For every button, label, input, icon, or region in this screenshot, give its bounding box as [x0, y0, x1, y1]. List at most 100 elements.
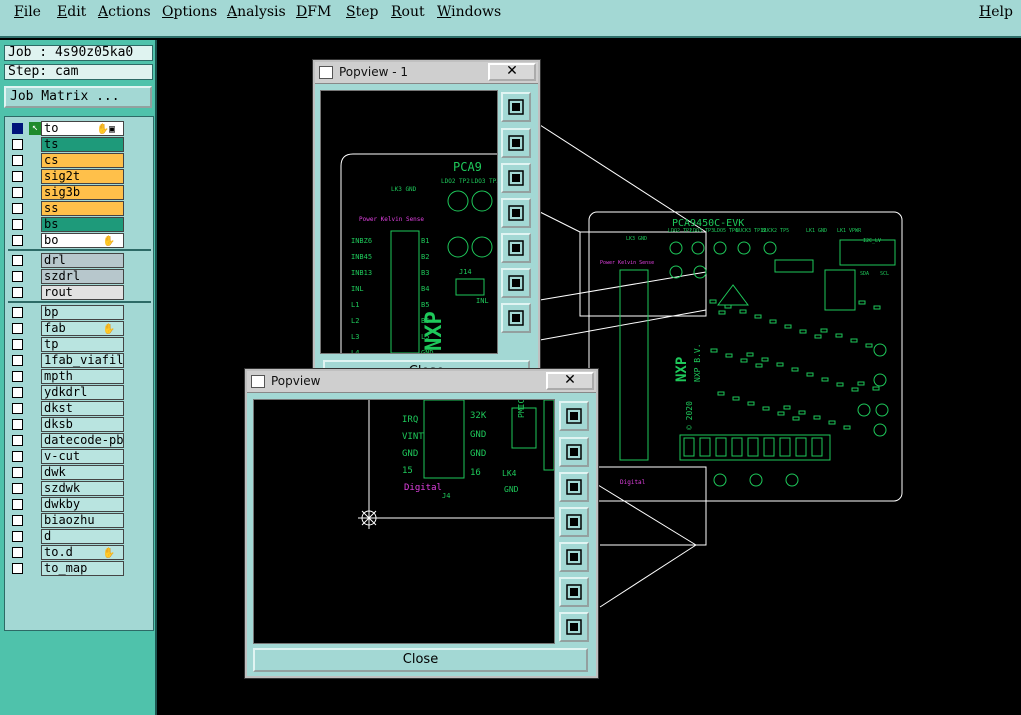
popview-2-titlebar[interactable]: Popview ✕	[247, 371, 596, 393]
p2-pin-label-right: 32K	[470, 411, 487, 421]
popview-1-close-x[interactable]: ✕	[488, 63, 536, 81]
menu-step[interactable]: Step	[346, 4, 378, 20]
j5-pin-label-right: B1	[421, 237, 429, 245]
pan-left-button[interactable]	[559, 507, 589, 537]
popview-2-label-pmic: PMIC_R	[517, 400, 526, 418]
j5-pin-label-right: B2	[421, 253, 429, 261]
j5-pin-label-right: GND	[421, 349, 434, 353]
toolbar-glyph-icon	[508, 310, 524, 326]
j5-pin-label-right: B6	[421, 317, 429, 325]
popview-1-window: Popview - 1 ✕ PCA9 Power Kelvin Sense NX…	[313, 60, 540, 391]
board-label-lk1vpwr: LK1 VPWR	[837, 228, 862, 234]
popview-1-label-lk3: LK3 GND	[391, 186, 417, 193]
menu-analysis[interactable]: Analysis	[227, 4, 286, 20]
p2-pin-label-left: IRQ	[402, 415, 418, 425]
popview-1-viewport[interactable]: PCA9 Power Kelvin Sense NXP INBZ6 INB45 IN…	[320, 90, 500, 357]
popview-2-label-lk4: LK4	[502, 469, 517, 478]
j5-pin-label-right: B3	[421, 269, 429, 277]
toolbar-glyph-icon	[508, 170, 524, 186]
popview-1-title: Popview - 1	[339, 65, 408, 79]
p2-pin-label-right: 16	[470, 468, 481, 478]
board-logo: NXP	[674, 357, 690, 382]
popview-1-titlebar[interactable]: Popview - 1 ✕	[315, 62, 538, 84]
pan-up-button[interactable]	[501, 128, 531, 158]
zoom-in-button[interactable]	[559, 612, 589, 642]
toolbar-glyph-icon	[566, 619, 582, 635]
popview-2-close-button[interactable]: Close	[253, 648, 588, 672]
crosshair-cursor-icon	[358, 507, 380, 529]
j5-pin-label-right: B5	[421, 301, 429, 309]
menu-edit[interactable]: Edit	[57, 4, 86, 20]
window-menu-icon[interactable]	[251, 375, 265, 388]
board-label-lk3: LK3 GND	[626, 236, 647, 242]
pan-up-button[interactable]	[559, 437, 589, 467]
popview-2-viewport[interactable]: Digital J4 PMIC_R LK4 GND IRQ VINT GND 15 32…	[253, 389, 555, 644]
board-label-sda: SDA	[860, 271, 869, 277]
toolbar-glyph-icon	[508, 205, 524, 221]
j5-pin-label: INBZ6	[351, 237, 372, 245]
popview-2-window: Popview ✕ Digital J4 PMIC_R LK4 GND IRQ V…	[245, 369, 598, 678]
j5-pin-label: INL	[351, 285, 364, 293]
j5-pin-label: L2	[351, 317, 359, 325]
pan-down-button[interactable]	[559, 472, 589, 502]
menu-windows[interactable]: Windows	[437, 4, 501, 20]
board-label-ldo3: LDO3 TP3	[690, 228, 714, 234]
toolbar-glyph-icon	[566, 444, 582, 460]
menu-help[interactable]: Help	[979, 4, 1013, 20]
pan-down-button[interactable]	[501, 163, 531, 193]
board-year: © 2020	[685, 401, 694, 430]
menu-file[interactable]: File	[14, 4, 41, 20]
board-label-ldo2: LDO2 TP2	[668, 228, 692, 234]
application-window: File Edit Actions Options Analysis DFM S…	[0, 0, 1021, 715]
popview-2-digital-label: Digital	[404, 483, 442, 493]
popview-1-label-inl: INL	[476, 297, 489, 305]
menu-rout[interactable]: Rout	[391, 4, 425, 20]
popview-1-label-j14: J14	[459, 268, 472, 276]
toolbar-glyph-icon	[566, 479, 582, 495]
popview-1-label-ldo2: LDO2 TP2	[441, 178, 470, 185]
j5-pin-label: L4	[351, 349, 359, 353]
pan-right-button[interactable]	[559, 542, 589, 572]
popview-1-board-title: PCA9	[453, 160, 482, 174]
popview-1-kelvin-label: Power Kelvin Sense	[359, 216, 424, 223]
toolbar-glyph-icon	[566, 584, 582, 600]
board-label-scl: SCL	[880, 271, 889, 277]
board-logo-sub: NXP B.V.	[693, 343, 702, 382]
zoom-fit-button[interactable]	[559, 401, 589, 431]
p2-pin-label-right: GND	[470, 449, 486, 459]
pan-right-button[interactable]	[501, 233, 531, 263]
j5-pin-label-right: L5	[421, 333, 429, 341]
p2-pin-label-left: GND	[402, 449, 418, 459]
board-digital-label: Digital	[620, 479, 646, 486]
window-menu-icon[interactable]	[319, 66, 333, 79]
board-label-ldo5: LDO5 TP6	[714, 228, 738, 234]
menu-bar: File Edit Actions Options Analysis DFM S…	[0, 0, 1021, 38]
p2-pin-label-left: VINT	[402, 432, 424, 442]
j5-pin-label-right: B4	[421, 285, 429, 293]
toolbar-glyph-icon	[508, 275, 524, 291]
popview-2-label-gnd: GND	[504, 485, 519, 494]
popview-2-close-x[interactable]: ✕	[546, 372, 594, 390]
toolbar-glyph-icon	[566, 514, 582, 530]
p2-pin-label-left: 15	[402, 466, 413, 476]
zoom-in-button[interactable]	[501, 303, 531, 333]
toolbar-glyph-icon	[566, 549, 582, 565]
zoom-out-button[interactable]	[559, 577, 589, 607]
menu-options[interactable]: Options	[162, 4, 217, 20]
pcb-board: PCA9450C-EVK Power Kelvin Sense NXP NXP …	[588, 211, 903, 502]
popview-1-label-ldo3: LDO3 TP3	[471, 178, 497, 185]
j5-pin-label: L3	[351, 333, 359, 341]
board-label-i2c: I2C_LV	[863, 238, 881, 244]
zoom-out-button[interactable]	[501, 268, 531, 298]
menu-actions[interactable]: Actions	[98, 4, 151, 20]
popview-2-drawing: Digital J4 PMIC_R LK4 GND IRQ VINT GND 15 32…	[358, 389, 555, 529]
zoom-fit-button[interactable]	[501, 92, 531, 122]
toolbar-glyph-icon	[566, 408, 582, 424]
toolbar-glyph-icon	[508, 135, 524, 151]
popview-2-label-j4: J4	[442, 492, 450, 500]
j5-pin-label: INB45	[351, 253, 372, 261]
menu-dfm[interactable]: DFM	[296, 4, 331, 20]
toolbar-glyph-icon	[508, 240, 524, 256]
pan-left-button[interactable]	[501, 198, 531, 228]
board-kelvin-label: Power Kelvin Sense	[600, 260, 654, 266]
